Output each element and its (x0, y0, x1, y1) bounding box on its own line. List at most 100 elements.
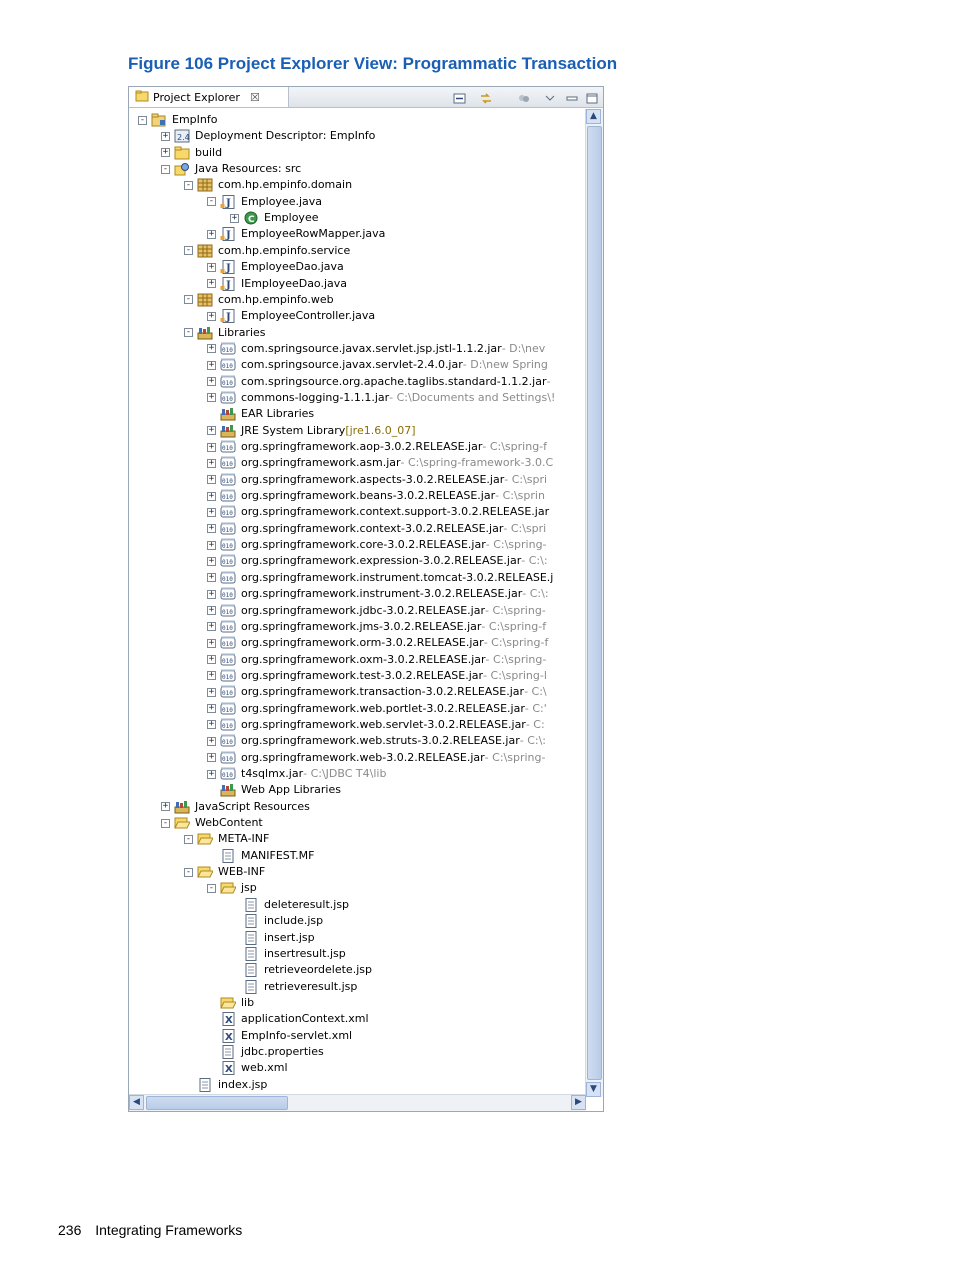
expand-toggle-icon[interactable]: + (207, 622, 216, 632)
collapse-toggle-icon[interactable]: - (184, 180, 193, 190)
tree-item[interactable]: deleteresult.jsp (230, 897, 349, 913)
tree-item[interactable]: +010 org.springframework.aop-3.0.2.RELEAS… (207, 439, 547, 455)
collapse-toggle-icon[interactable]: - (184, 246, 193, 256)
collapse-toggle-icon[interactable]: - (138, 115, 147, 125)
tree-item[interactable]: Xweb.xml (207, 1060, 288, 1076)
expand-toggle-icon[interactable]: + (207, 671, 216, 681)
expand-toggle-icon[interactable]: + (207, 360, 216, 370)
collapse-all-icon[interactable] (453, 90, 467, 104)
tree-item[interactable]: +010 org.springframework.orm-3.0.2.RELEAS… (207, 635, 548, 651)
expand-toggle-icon[interactable]: + (207, 638, 216, 648)
tree-item[interactable]: +010 t4sqlmx.jar - C:\JDBC T4\lib (207, 766, 386, 782)
tree-item[interactable]: +010 org.springframework.instrument.tomca… (207, 570, 553, 586)
tree-item[interactable]: XapplicationContext.xml (207, 1011, 369, 1027)
vertical-scrollbar[interactable]: ▲ ▼ (585, 109, 603, 1097)
expand-toggle-icon[interactable]: + (207, 753, 216, 763)
maximize-icon[interactable] (585, 90, 599, 104)
expand-toggle-icon[interactable]: + (207, 573, 216, 583)
expand-toggle-icon[interactable]: + (207, 589, 216, 599)
tree-item[interactable]: +010 org.springframework.aspects-3.0.2.RE… (207, 472, 547, 488)
collapse-toggle-icon[interactable]: - (184, 295, 193, 305)
horizontal-scrollbar[interactable]: ◀ ▶ (129, 1094, 586, 1111)
tree-item[interactable]: +010 org.springframework.transaction-3.0.… (207, 684, 547, 700)
tree-item[interactable]: +010 org.springframework.web.portlet-3.0.… (207, 701, 547, 717)
tree-item[interactable]: + build (161, 145, 222, 161)
tree-item[interactable]: +2.4 Deployment Descriptor: EmpInfo (161, 128, 375, 144)
link-with-editor-icon[interactable] (479, 90, 493, 104)
tree-item[interactable]: + J EmployeeRowMapper.java (207, 226, 385, 242)
tree-item[interactable]: X EmpInfo-servlet.xml (207, 1028, 352, 1044)
expand-toggle-icon[interactable]: + (207, 736, 216, 746)
tree-item[interactable]: - com.hp.empinfo.web (184, 292, 334, 308)
collapse-toggle-icon[interactable]: - (207, 883, 216, 893)
tree-item[interactable]: index.jsp (184, 1077, 267, 1093)
tree-item[interactable]: insertresult.jsp (230, 946, 346, 962)
tree-item[interactable]: +010 org.springframework.expression-3.0.2… (207, 553, 548, 569)
tree-item[interactable]: - J Employee.java (207, 194, 322, 210)
expand-toggle-icon[interactable]: + (207, 426, 216, 436)
tree-item[interactable]: MANIFEST.MF (207, 848, 314, 864)
expand-toggle-icon[interactable]: + (207, 687, 216, 697)
scroll-right-icon[interactable]: ▶ (571, 1095, 586, 1110)
expand-toggle-icon[interactable]: + (207, 655, 216, 665)
tree-item[interactable]: + J EmployeeDao.java (207, 259, 344, 275)
tree-item[interactable]: EAR Libraries (207, 406, 314, 422)
tree-item[interactable]: include.jsp (230, 913, 323, 929)
tree-item[interactable]: - Java Resources: src (161, 161, 301, 177)
expand-toggle-icon[interactable]: + (207, 491, 216, 501)
tree-item[interactable]: + J IEmployeeDao.java (207, 276, 347, 292)
tree-item[interactable]: +010 commons-logging-1.1.1.jar - C:\Docum… (207, 390, 555, 406)
tree-item[interactable]: retrieveresult.jsp (230, 979, 357, 995)
tree-item[interactable]: +010 org.springframework.context-3.0.2.RE… (207, 521, 546, 537)
tree-item[interactable]: +010 org.springframework.asm.jar - C:\spr… (207, 455, 553, 471)
tree-item[interactable]: + J EmployeeController.java (207, 308, 375, 324)
expand-toggle-icon[interactable]: + (207, 524, 216, 534)
tree-item[interactable]: +010 org.springframework.test-3.0.2.RELEA… (207, 668, 547, 684)
tree-item[interactable]: retrieveordelete.jsp (230, 962, 372, 978)
collapse-toggle-icon[interactable]: - (161, 818, 170, 828)
expand-toggle-icon[interactable]: + (207, 279, 216, 288)
expand-toggle-icon[interactable]: + (207, 377, 216, 387)
collapse-toggle-icon[interactable]: - (184, 867, 193, 877)
tree-item[interactable]: +010 org.springframework.web-3.0.2.RELEAS… (207, 750, 545, 766)
tree-item[interactable]: jdbc.properties (207, 1044, 324, 1060)
tree-item[interactable]: +010 com.springsource.javax.servlet-2.4.0… (207, 357, 548, 373)
tree-item[interactable]: Web App Libraries (207, 782, 341, 798)
close-icon[interactable]: ☒ (250, 91, 260, 104)
expand-toggle-icon[interactable]: + (207, 311, 216, 321)
expand-toggle-icon[interactable]: + (207, 393, 216, 403)
expand-toggle-icon[interactable]: + (161, 802, 170, 812)
tree-item[interactable]: +010 org.springframework.core-3.0.2.RELEA… (207, 537, 547, 553)
expand-toggle-icon[interactable]: + (161, 131, 170, 141)
expand-toggle-icon[interactable]: + (161, 148, 170, 158)
tree-item[interactable]: - WebContent (161, 815, 263, 831)
expand-toggle-icon[interactable]: + (207, 606, 216, 615)
tree-item[interactable]: +010 org.springframework.web.struts-3.0.2… (207, 733, 546, 749)
scroll-down-icon[interactable]: ▼ (586, 1082, 601, 1097)
minimize-icon[interactable] (565, 90, 579, 103)
collapse-toggle-icon[interactable]: - (207, 197, 216, 207)
tree-item[interactable]: - Libraries (184, 325, 266, 341)
vertical-scroll-thumb[interactable] (587, 126, 602, 1080)
tree-item[interactable]: + JRE System Library [jre1.6.0_07] (207, 423, 416, 439)
tree-item[interactable]: - EmpInfo (138, 112, 217, 128)
expand-toggle-icon[interactable]: + (207, 704, 216, 714)
tree-item[interactable]: - com.hp.empinfo.service (184, 243, 350, 259)
tree-item[interactable]: +010 org.springframework.context.support-… (207, 504, 549, 520)
expand-toggle-icon[interactable]: + (207, 507, 216, 517)
tree-item[interactable]: + C Employee (230, 210, 318, 226)
tree-item[interactable]: +010 org.springframework.web.servlet-3.0.… (207, 717, 545, 733)
view-menu-icon[interactable] (543, 90, 557, 103)
expand-toggle-icon[interactable]: + (207, 442, 216, 452)
tree-item[interactable]: - WEB-INF (184, 864, 265, 880)
expand-toggle-icon[interactable]: + (207, 556, 216, 566)
tree-item[interactable]: +010 org.springframework.instrument-3.0.2… (207, 586, 549, 602)
expand-toggle-icon[interactable]: + (207, 475, 216, 485)
tree-item[interactable]: lib (207, 995, 254, 1011)
expand-toggle-icon[interactable]: + (207, 344, 216, 354)
collapse-toggle-icon[interactable]: - (161, 164, 170, 174)
tree-item[interactable]: - jsp (207, 880, 257, 896)
tree-item[interactable]: - com.hp.empinfo.domain (184, 177, 352, 193)
tree-item[interactable]: + JavaScript Resources (161, 799, 310, 815)
filter-icon[interactable] (517, 90, 531, 103)
